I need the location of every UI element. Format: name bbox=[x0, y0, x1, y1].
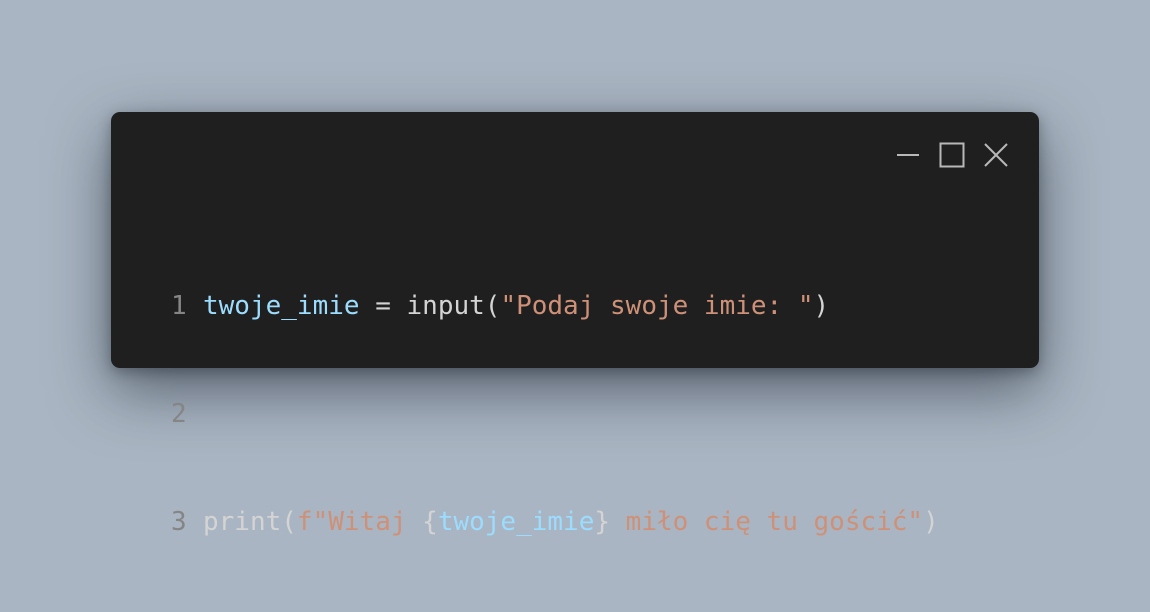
code-window: 1 twoje_imie = input("Podaj swoje imie: … bbox=[111, 112, 1039, 537]
minimize-icon[interactable] bbox=[895, 142, 921, 168]
code-token: miło cię tu gościć" bbox=[610, 507, 924, 537]
window-controls bbox=[895, 142, 1009, 168]
line-number: 3 bbox=[171, 507, 187, 537]
close-icon[interactable] bbox=[983, 142, 1009, 168]
code-token: { bbox=[422, 507, 438, 537]
code-block: 1 twoje_imie = input("Podaj swoje imie: … bbox=[171, 216, 939, 612]
code-token: input( bbox=[406, 291, 501, 321]
line-number: 2 bbox=[171, 399, 187, 429]
code-token: print( bbox=[203, 507, 297, 537]
maximize-icon[interactable] bbox=[939, 142, 965, 168]
code-line: 3 print(f"Witaj {twoje_imie} miło cię tu… bbox=[171, 504, 939, 540]
line-number: 1 bbox=[171, 291, 187, 321]
code-line: 1 twoje_imie = input("Podaj swoje imie: … bbox=[171, 288, 939, 324]
code-token: = bbox=[359, 291, 407, 321]
code-token: twoje_imie bbox=[437, 507, 595, 537]
code-token: twoje_imie bbox=[203, 291, 360, 321]
code-token: ) bbox=[923, 507, 939, 537]
code-token: "Podaj swoje imie: " bbox=[500, 291, 814, 321]
code-token: } bbox=[594, 507, 611, 537]
code-line: 2 bbox=[171, 396, 939, 432]
code-token: ) bbox=[813, 291, 830, 321]
code-token: f"Witaj bbox=[296, 507, 423, 537]
